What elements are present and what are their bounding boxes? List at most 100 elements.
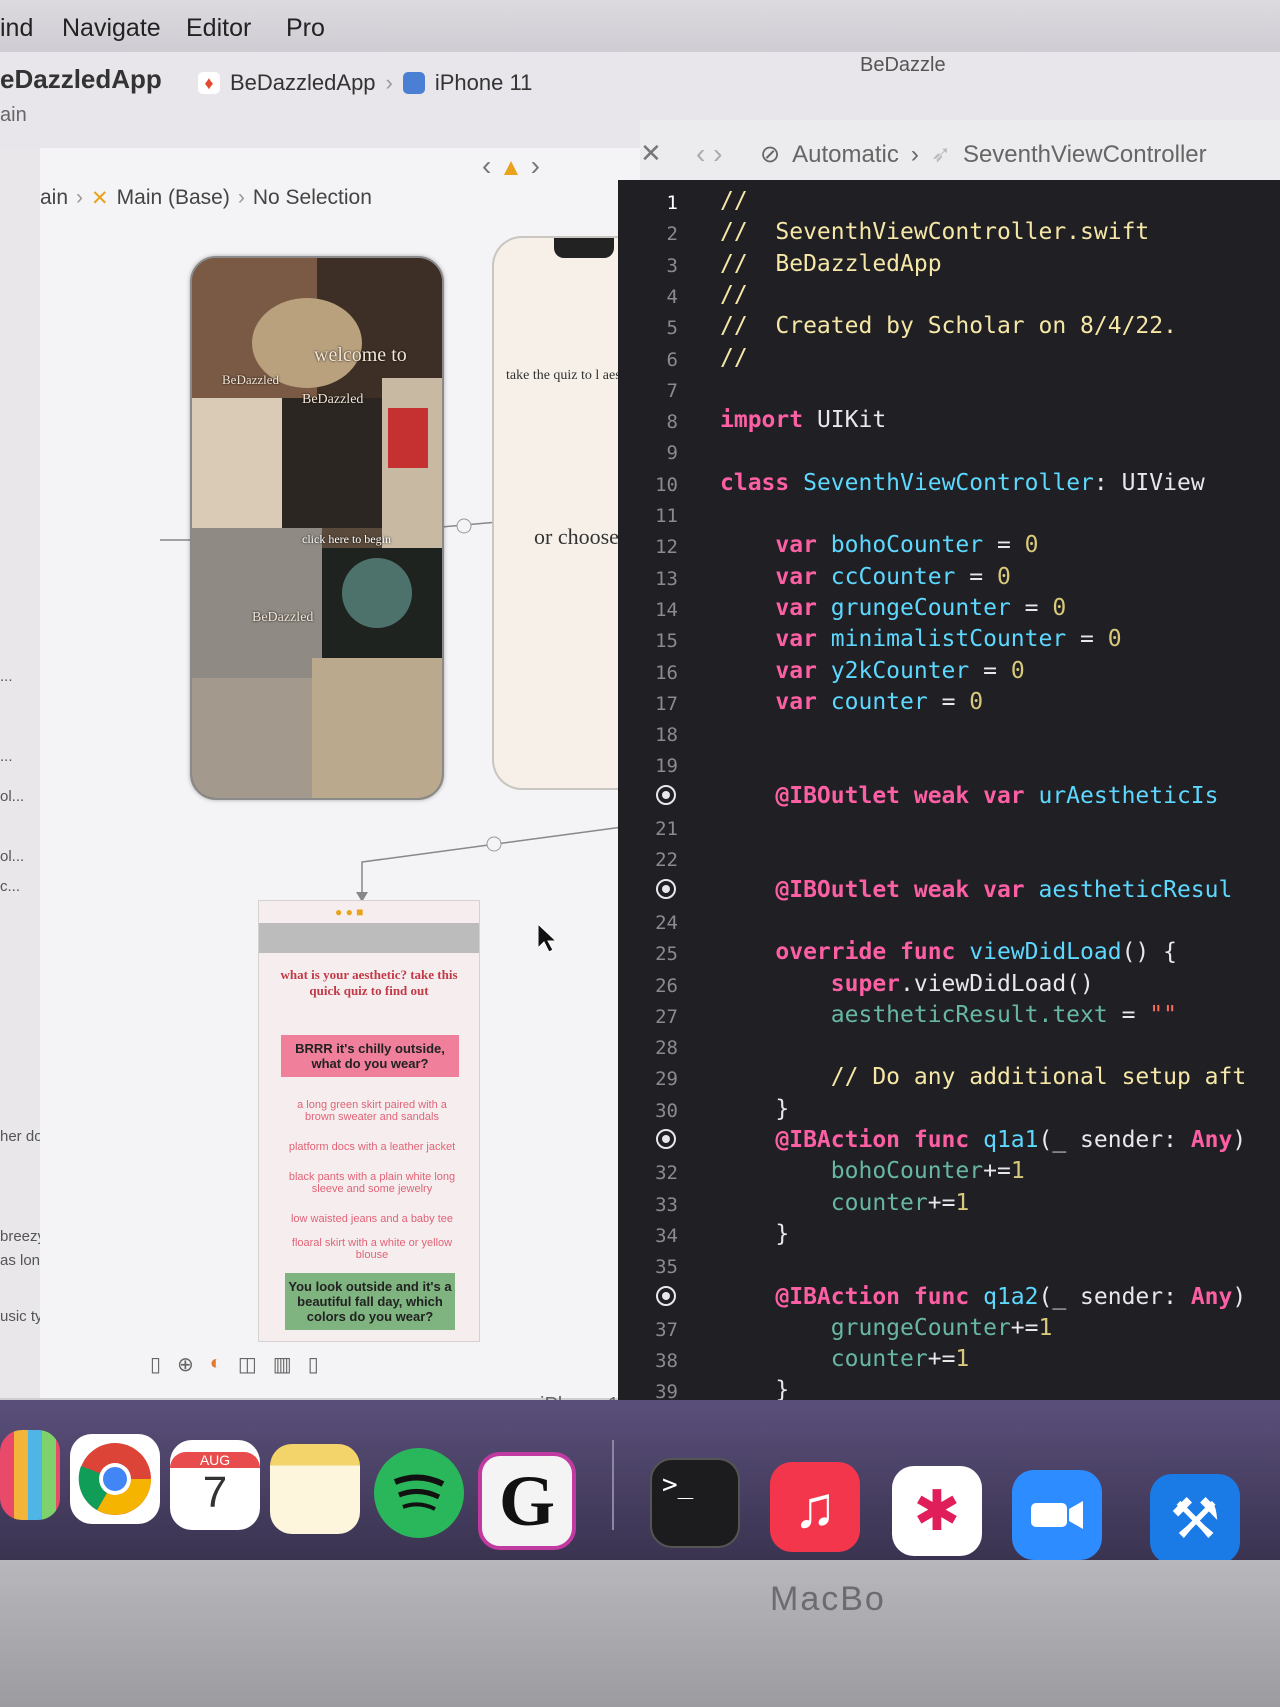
code-line[interactable]: 21 <box>618 814 1280 844</box>
code-line[interactable]: 27 aestheticResult.text = "" <box>618 1002 1280 1032</box>
jump-file[interactable]: SeventhViewController <box>963 141 1207 169</box>
line-number: 9 <box>666 442 678 465</box>
connection-dot-icon[interactable] <box>656 1129 676 1149</box>
quiz-hint-label: take the quiz to l aestl <box>506 368 629 383</box>
code-line[interactable]: 38 counter+=1 <box>618 1346 1280 1376</box>
close-icon[interactable]: ✕ <box>640 138 662 169</box>
code-token: = <box>1010 594 1053 621</box>
code-token: 0 <box>1107 626 1122 653</box>
choose-label: or choose <box>534 524 619 549</box>
quiz-scene[interactable]: ● ● ■ what is your aesthetic? take this … <box>258 900 480 1342</box>
code-line[interactable]: 10 class SeventhViewController: UIView <box>618 470 1280 500</box>
code-line[interactable]: @IBAction func q1a2(_ sender: Any) <box>618 1284 1280 1314</box>
jump-automatic[interactable]: Automatic <box>792 141 899 169</box>
orientation-icon[interactable]: ◫ <box>238 1352 257 1377</box>
calendar-day: 7 <box>202 1468 228 1517</box>
canvas-toolbar: ▯ ⊕ ◐ ◫ ▥ ▯ <box>150 1352 319 1377</box>
code-line[interactable]: 3 // BeDazzledApp <box>618 251 1280 281</box>
line-number: 35 <box>655 1256 678 1279</box>
code-line[interactable]: 19 <box>618 751 1280 781</box>
code-token: 0 <box>969 688 984 715</box>
code-text: // <box>720 282 748 308</box>
answer-button[interactable]: low waisted jeans and a baby tee <box>287 1213 457 1225</box>
code-token: // <box>720 344 748 371</box>
slack-icon[interactable]: ✱ <box>892 1466 982 1556</box>
code-line[interactable]: 30 } <box>618 1096 1280 1126</box>
code-line[interactable]: 32 bohoCounter+=1 <box>618 1158 1280 1188</box>
appearance-icon[interactable]: ◐ <box>210 1352 222 1377</box>
spotify-icon[interactable] <box>374 1448 464 1538</box>
calendar-icon[interactable]: AUG 7 <box>170 1440 260 1530</box>
library-icon[interactable]: ⊕ <box>177 1352 194 1377</box>
line-number: 11 <box>655 505 678 527</box>
code-line[interactable]: 15 var minimalistCounter = 0 <box>618 626 1280 656</box>
launchpad-icon[interactable] <box>0 1430 60 1520</box>
code-line[interactable]: 5 // Created by Scholar on 8/4/22. <box>618 313 1280 343</box>
code-line[interactable]: @IBOutlet weak var aestheticResul <box>618 877 1280 907</box>
layout-icon[interactable]: ▥ <box>273 1352 292 1377</box>
welcome-scene[interactable]: welcome to BeDazzled BeDazzled BeDazzled… <box>190 256 444 800</box>
connection-dot-icon[interactable] <box>656 784 676 805</box>
connection-dot-icon[interactable] <box>656 1285 676 1306</box>
answer-button[interactable]: platform docs with a leather jacket <box>287 1141 457 1153</box>
chrome-icon[interactable] <box>70 1434 160 1524</box>
device-icon[interactable]: ▯ <box>308 1352 319 1377</box>
code-token: minimalistCounter <box>816 626 1067 653</box>
begin-button[interactable]: click here to begin <box>302 532 391 547</box>
code-line[interactable]: 33 counter+=1 <box>618 1190 1280 1220</box>
code-line[interactable]: @IBAction func q1a1(_ sender: Any) <box>618 1127 1280 1157</box>
code-line[interactable]: 35 <box>618 1252 1280 1282</box>
code-line[interactable]: 8 import UIKit <box>618 407 1280 437</box>
code-line[interactable]: @IBOutlet weak var urAestheticIs <box>618 783 1280 813</box>
code-token: counter <box>816 688 928 715</box>
code-text: // Do any additional setup aft <box>720 1064 1246 1090</box>
code-line[interactable]: 17 var counter = 0 <box>618 689 1280 719</box>
code-line[interactable]: 7 <box>618 376 1280 406</box>
answer-button[interactable]: floaral skirt with a white or yellow blo… <box>287 1237 457 1261</box>
code-line[interactable]: 14 var grungeCounter = 0 <box>618 595 1280 625</box>
connection-dot-icon[interactable] <box>656 878 676 899</box>
code-line[interactable]: 2 // SeventhViewController.swift <box>618 219 1280 249</box>
code-line[interactable]: 24 <box>618 908 1280 938</box>
notes-icon[interactable] <box>270 1444 360 1534</box>
code-line[interactable]: 9 <box>618 438 1280 468</box>
code-token: = <box>969 657 1011 684</box>
code-token: counter <box>720 1346 928 1373</box>
code-token: } <box>720 1095 790 1122</box>
chevron-right-icon: › <box>910 140 919 168</box>
grammarly-icon[interactable]: G <box>478 1452 576 1550</box>
code-line[interactable]: 34 } <box>618 1221 1280 1251</box>
code-line[interactable]: 6 // <box>618 345 1280 375</box>
source-editor[interactable]: 1 // 2 // SeventhViewController.swift 3 // Be… <box>618 180 1280 1440</box>
code-line[interactable]: 26 super.viewDidLoad() <box>618 971 1280 1001</box>
document-outline-icon[interactable]: ▯ <box>150 1352 161 1377</box>
code-line[interactable]: 13 var ccCounter = 0 <box>618 564 1280 594</box>
xcode-icon[interactable]: ⚒ <box>1150 1474 1240 1564</box>
code-line[interactable]: 25 override func viewDidLoad() { <box>618 939 1280 969</box>
question-1-label: BRRR it's chilly outside, what do you we… <box>281 1035 459 1077</box>
history-arrows[interactable]: ‹ › <box>696 138 722 170</box>
code-line[interactable]: 22 <box>618 845 1280 875</box>
answer-button[interactable]: a long green skirt paired with a brown s… <box>287 1099 457 1123</box>
code-token: 1 <box>955 1346 970 1373</box>
code-line[interactable]: 4 // <box>618 282 1280 312</box>
code-text: // Created by Scholar on 8/4/22. <box>720 313 1177 339</box>
code-token: viewDidLoad <box>955 939 1122 966</box>
terminal-icon[interactable]: >_ <box>650 1458 740 1548</box>
code-line[interactable]: 1 // <box>618 188 1280 218</box>
code-line[interactable]: 28 <box>618 1033 1280 1063</box>
code-line[interactable]: 29 // Do any additional setup aft <box>618 1064 1280 1094</box>
code-line[interactable]: 11 <box>618 501 1280 531</box>
music-icon[interactable]: ♫ <box>770 1462 860 1552</box>
answer-button[interactable]: black pants with a plain white long slee… <box>287 1171 457 1195</box>
code-line[interactable]: 37 grungeCounter+=1 <box>618 1315 1280 1345</box>
code-token: grungeCounter <box>816 594 1011 621</box>
zoom-icon[interactable] <box>1012 1470 1102 1560</box>
code-line[interactable]: 16 var y2kCounter = 0 <box>618 658 1280 688</box>
code-line[interactable]: 12 var bohoCounter = 0 <box>618 532 1280 562</box>
code-token: 0 <box>1010 657 1025 684</box>
line-number: 6 <box>666 348 678 371</box>
assistant-path[interactable]: ⊘ Automatic › ➶ SeventhViewController <box>760 140 1207 169</box>
code-line[interactable]: 18 <box>618 720 1280 750</box>
welcome-text: welcome to <box>314 344 407 366</box>
